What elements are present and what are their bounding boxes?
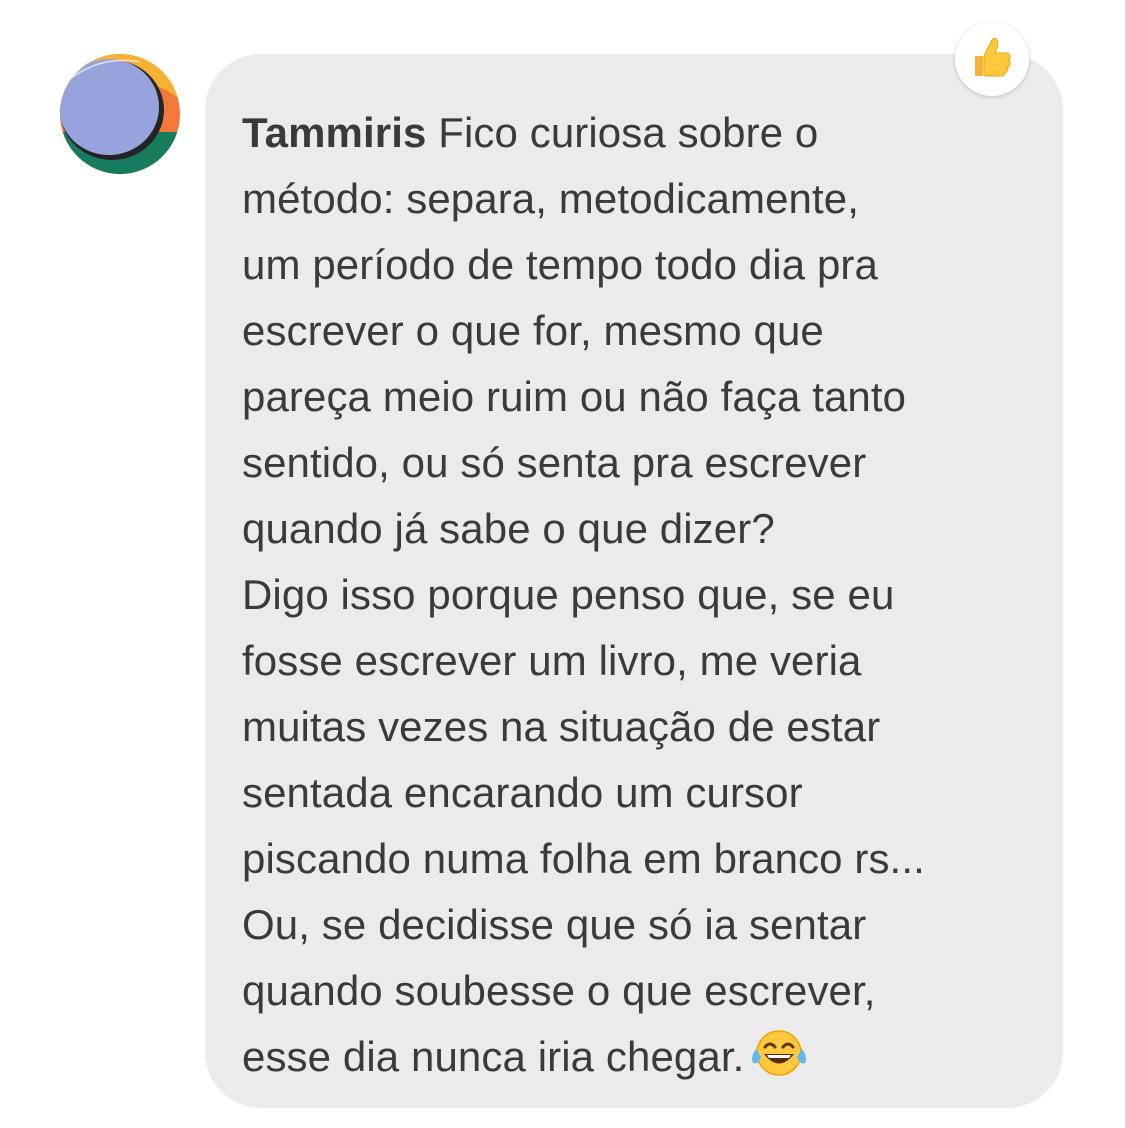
comment-bubble[interactable]: Tammiris Fico curiosa sobre o método: se… [205, 54, 1063, 1108]
comment-text: Tammiris Fico curiosa sobre o método: se… [242, 100, 1043, 1090]
face-with-tears-of-joy-icon [750, 1027, 808, 1079]
thumbs-up-icon [969, 34, 1015, 85]
reaction-badge[interactable] [955, 22, 1029, 96]
avatar[interactable] [60, 54, 180, 174]
comment-body: Fico curiosa sobre o método: separa, met… [242, 109, 925, 1080]
comment-author[interactable]: Tammiris [242, 109, 426, 156]
